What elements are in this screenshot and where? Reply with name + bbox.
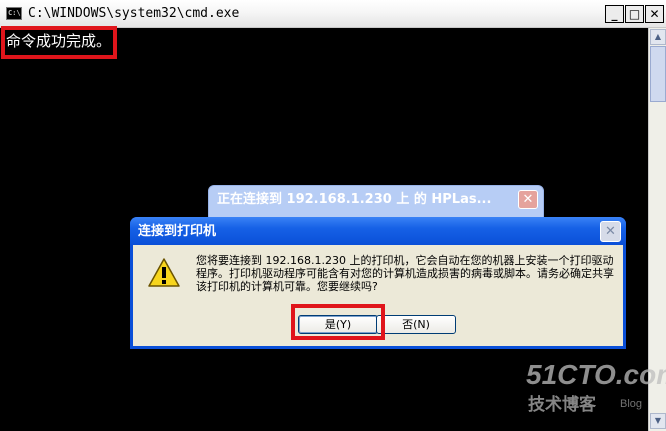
- dialog-close-button[interactable]: ✕: [600, 221, 621, 242]
- cmd-window-title: C:\WINDOWS\system32\cmd.exe: [28, 6, 240, 21]
- warning-icon: [148, 258, 180, 287]
- dialog-title: 连接到打印机: [138, 224, 217, 239]
- close-button[interactable]: ✕: [645, 5, 664, 23]
- cmd-icon: C:\: [6, 7, 22, 20]
- watermark-logo: 51CTO.com: [526, 359, 666, 390]
- cmd-titlebar[interactable]: C:\ C:\WINDOWS\system32\cmd.exe _ □ ✕: [0, 0, 666, 28]
- annotation-highlight-output: [1, 26, 117, 59]
- minimize-button[interactable]: _: [605, 5, 624, 23]
- dialog-message: 您将要连接到 192.168.1.230 上的打印机，它会自动在您的机器上安装一…: [196, 254, 614, 293]
- watermark-blog: Blog: [620, 398, 643, 410]
- scroll-thumb[interactable]: [650, 46, 666, 102]
- background-dialog-title: 正在连接到 192.168.1.230 上 的 HPLas...: [217, 192, 492, 207]
- watermark-subtitle: 技术博客: [528, 395, 596, 415]
- background-dialog-close-button[interactable]: ✕: [518, 190, 538, 209]
- maximize-button[interactable]: □: [625, 5, 644, 23]
- scroll-down-arrow-icon[interactable]: ▼: [650, 413, 666, 429]
- annotation-highlight-yes-button: [291, 304, 385, 340]
- no-button[interactable]: 否(N): [376, 315, 456, 334]
- dialog-titlebar[interactable]: 连接到打印机 ✕: [130, 217, 626, 245]
- scroll-up-arrow-icon[interactable]: ▲: [650, 29, 666, 45]
